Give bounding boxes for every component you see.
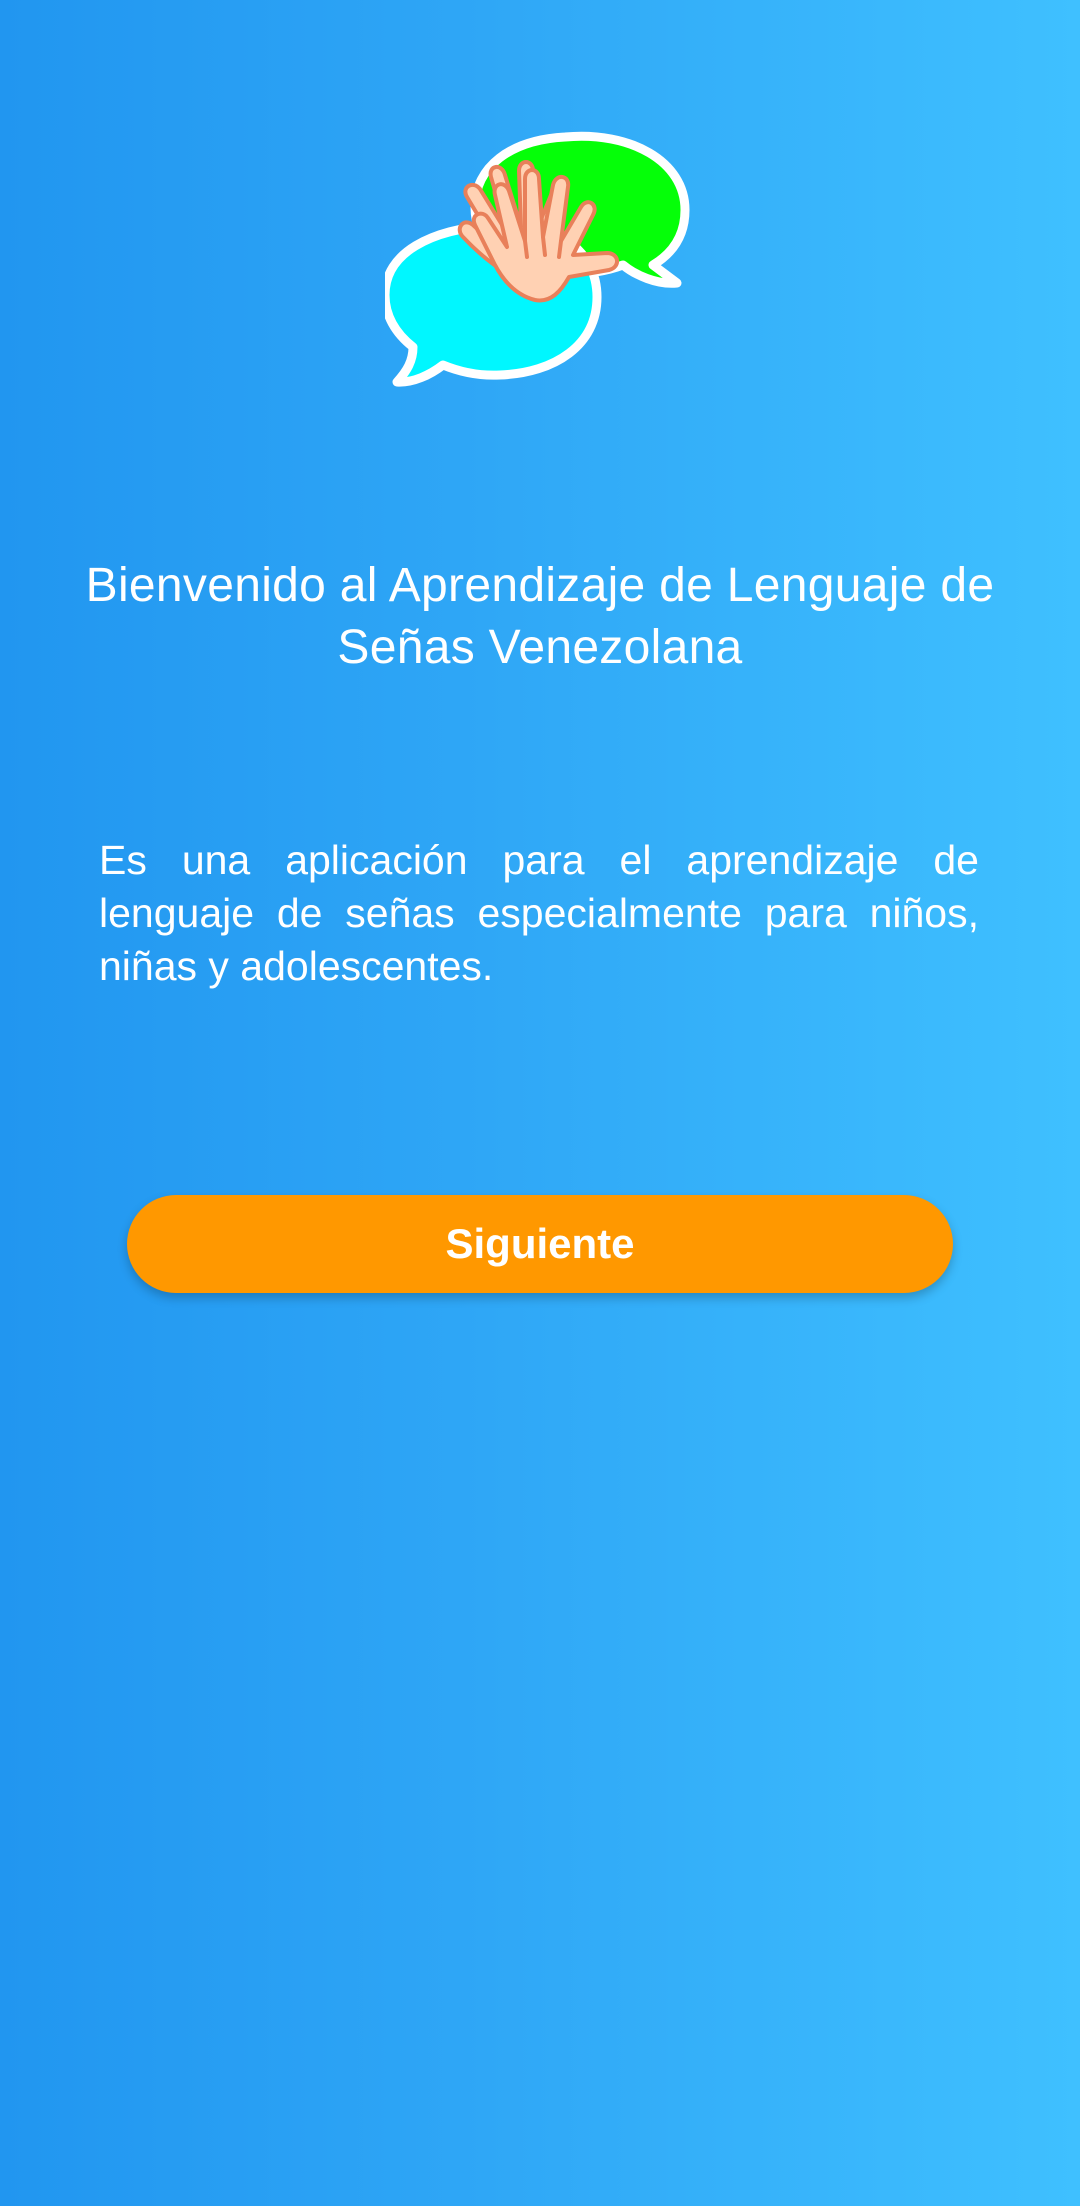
app-description: Es una aplicación para el aprendizaje de… bbox=[99, 837, 979, 989]
welcome-title: Bienvenido al Aprendizaje de Lenguaje de… bbox=[85, 559, 995, 674]
sign-language-chat-logo-icon bbox=[385, 131, 690, 387]
next-button[interactable]: Siguiente bbox=[127, 1195, 953, 1293]
welcome-screen: Bienvenido al Aprendizaje de Lenguaje de… bbox=[0, 0, 1080, 2206]
